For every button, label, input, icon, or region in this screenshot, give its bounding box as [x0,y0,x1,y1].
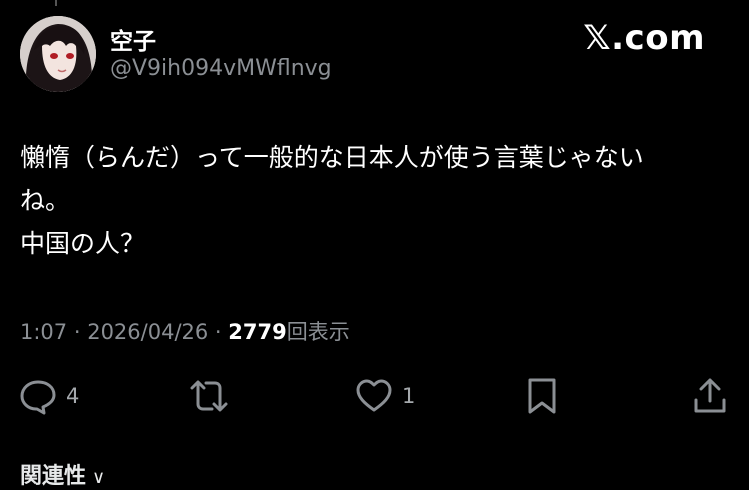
share-icon [692,376,728,416]
meta-separator: · [208,320,229,344]
like-count: 1 [402,384,416,408]
retweet-button[interactable] [188,376,230,416]
tweet-text-line: 中国の人？ [20,229,146,258]
like-button[interactable]: 1 [354,376,415,416]
tweet-text-line: ね。 [20,186,71,215]
reply-button[interactable]: 4 [18,376,79,416]
tweet-text-line: 懶惰（らんだ）って一般的な日本人が使う言葉じゃない [20,143,644,172]
related-label: 関連性 [20,464,87,489]
tweet-text: 懶惰（らんだ）って一般的な日本人が使う言葉じゃない ね。 中国の人？ [20,136,732,265]
avatar[interactable] [20,16,96,92]
bookmark-icon [524,376,560,416]
author-display-name[interactable]: 空子 [110,22,156,56]
author-handle[interactable]: @V9ih094vMWflnvg [110,56,332,81]
retweet-icon [188,376,230,416]
x-brand-icon: 𝕏 [583,18,612,58]
tweet-date[interactable]: 2026/04/26 [87,320,208,344]
views-count: 2779 [228,320,287,344]
tweet-screenshot: 空子 @V9ih094vMWflnvg 𝕏.com 懶惰（らんだ）って一般的な日… [0,0,749,489]
tweet-meta: 1:07 · 2026/04/26 · 2779回表示 [20,316,350,346]
heart-icon [354,376,394,416]
views-label: 回表示 [286,320,350,344]
x-logo: 𝕏.com [583,18,705,58]
chevron-down-icon: ∨ [92,467,106,488]
related-sort-toggle[interactable]: 関連性 ∨ [20,458,105,490]
reply-icon [18,376,58,416]
bookmark-button[interactable] [524,376,560,416]
tweet-time[interactable]: 1:07 [20,320,67,344]
logo-text: .com [611,18,705,58]
share-button[interactable] [692,376,728,416]
thread-connector [55,0,57,6]
meta-separator: · [67,320,88,344]
reply-count: 4 [66,384,80,408]
